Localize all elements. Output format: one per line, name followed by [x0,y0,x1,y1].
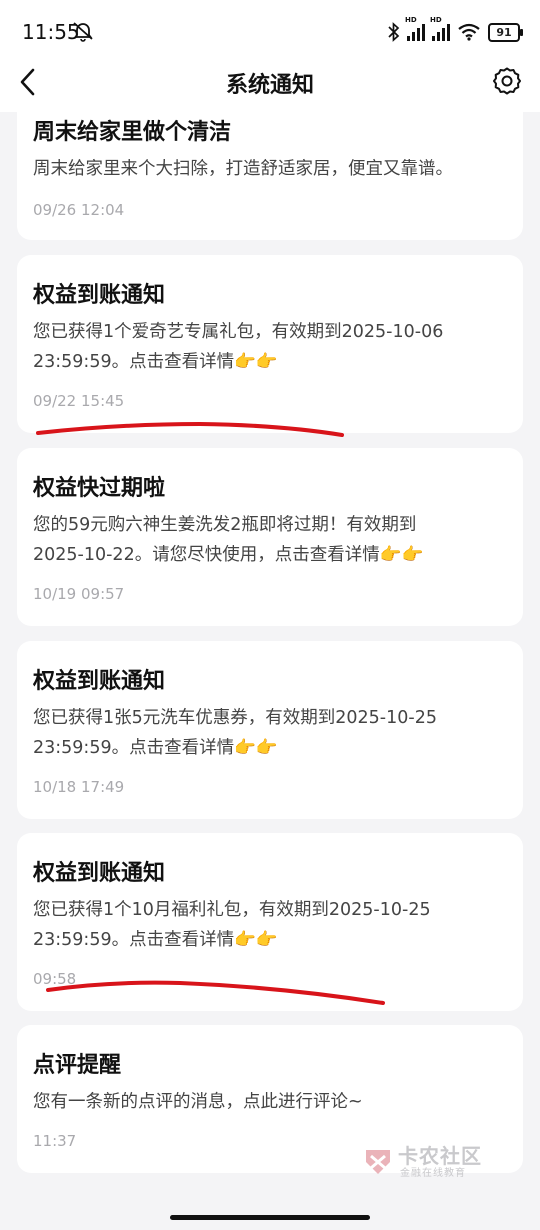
battery-icon: 91 [488,22,523,42]
watermark-icon [366,1150,390,1174]
notification-body-line: 23:59:59。点击查看详情👉👉 [33,738,278,758]
clock: 11:55 [22,20,80,44]
hd-label-2: HD [430,16,442,24]
notification-body: 您已获得1张5元洗车优惠券，有效期到2025-10-25 23:59:59。点击… [33,703,503,763]
notification-title: 权益到账通知 [33,669,166,694]
status-icons: HD HD 91 [388,16,523,42]
mute-bell-icon [73,22,93,42]
notification-time: 11:37 [33,1132,77,1150]
nav-bar: 系统通知 [0,56,540,112]
notification-card[interactable]: 权益快过期啦 您的59元购六神生姜洗发2瓶即将过期！有效期到 2025-10-2… [17,448,523,626]
hd-label-1: HD [405,16,417,24]
notification-body: 您已获得1个10月福利礼包，有效期到2025-10-25 23:59:59。点击… [33,895,503,955]
home-indicator[interactable] [170,1215,370,1220]
notification-title: 权益到账通知 [33,283,166,308]
notification-time: 10/18 17:49 [33,778,125,796]
notification-time: 09:58 [33,970,77,988]
watermark-logo: 卡农社区 金融在线教育 [360,1142,490,1182]
notification-body-line: 2025-10-22。请您尽快使用，点击查看详情👉👉 [33,545,424,565]
notification-time: 09/26 12:04 [33,201,125,219]
notification-body: 您已获得1个爱奇艺专属礼包，有效期到2025-10-06 23:59:59。点击… [33,317,503,377]
notification-list: 周末给家里做个清洁 周末给家里来个大扫除，打造舒适家居，便宜又靠谱。 09/26… [0,112,540,1202]
notification-body: 您有一条新的点评的消息，点此进行评论~ [33,1092,363,1112]
notification-body-line: 23:59:59。点击查看详情👉👉 [33,352,278,372]
notification-body: 周末给家里来个大扫除，打造舒适家居，便宜又靠谱。 [33,159,453,179]
notification-body-line: 您已获得1张5元洗车优惠券，有效期到2025-10-25 [33,708,437,728]
notification-card[interactable]: 权益到账通知 您已获得1个10月福利礼包，有效期到2025-10-25 23:5… [17,833,523,1011]
notification-body-line: 您已获得1个爱奇艺专属礼包，有效期到2025-10-06 [33,322,444,342]
notification-title: 周末给家里做个清洁 [33,120,232,145]
wifi-icon [458,23,480,41]
notification-card[interactable]: 权益到账通知 您已获得1个爱奇艺专属礼包，有效期到2025-10-06 23:5… [17,255,523,433]
notification-time: 10/19 09:57 [33,585,125,603]
notification-body-line: 您的59元购六神生姜洗发2瓶即将过期！有效期到 [33,515,417,535]
notification-title: 权益快过期啦 [33,476,166,501]
notification-time: 09/22 15:45 [33,392,125,410]
bluetooth-icon [388,22,400,42]
signal-1-icon: HD [405,16,425,41]
watermark-sub: 金融在线教育 [400,1168,466,1179]
page-title: 系统通知 [225,73,314,98]
notification-title: 点评提醒 [33,1053,122,1078]
signal-2-icon: HD [430,16,450,41]
notification-body-line: 23:59:59。点击查看详情👉👉 [33,930,278,950]
notification-body: 您的59元购六神生姜洗发2瓶即将过期！有效期到 2025-10-22。请您尽快使… [33,510,503,570]
notification-card[interactable]: 权益到账通知 您已获得1张5元洗车优惠券，有效期到2025-10-25 23:5… [17,641,523,819]
gear-icon[interactable] [492,66,522,96]
notification-card[interactable]: 周末给家里做个清洁 周末给家里来个大扫除，打造舒适家居，便宜又靠谱。 09/26… [17,112,523,240]
status-bar: 11:55 HD HD 91 [0,0,540,62]
notification-body-line: 您已获得1个10月福利礼包，有效期到2025-10-25 [33,900,431,920]
notification-title: 权益到账通知 [33,861,166,886]
